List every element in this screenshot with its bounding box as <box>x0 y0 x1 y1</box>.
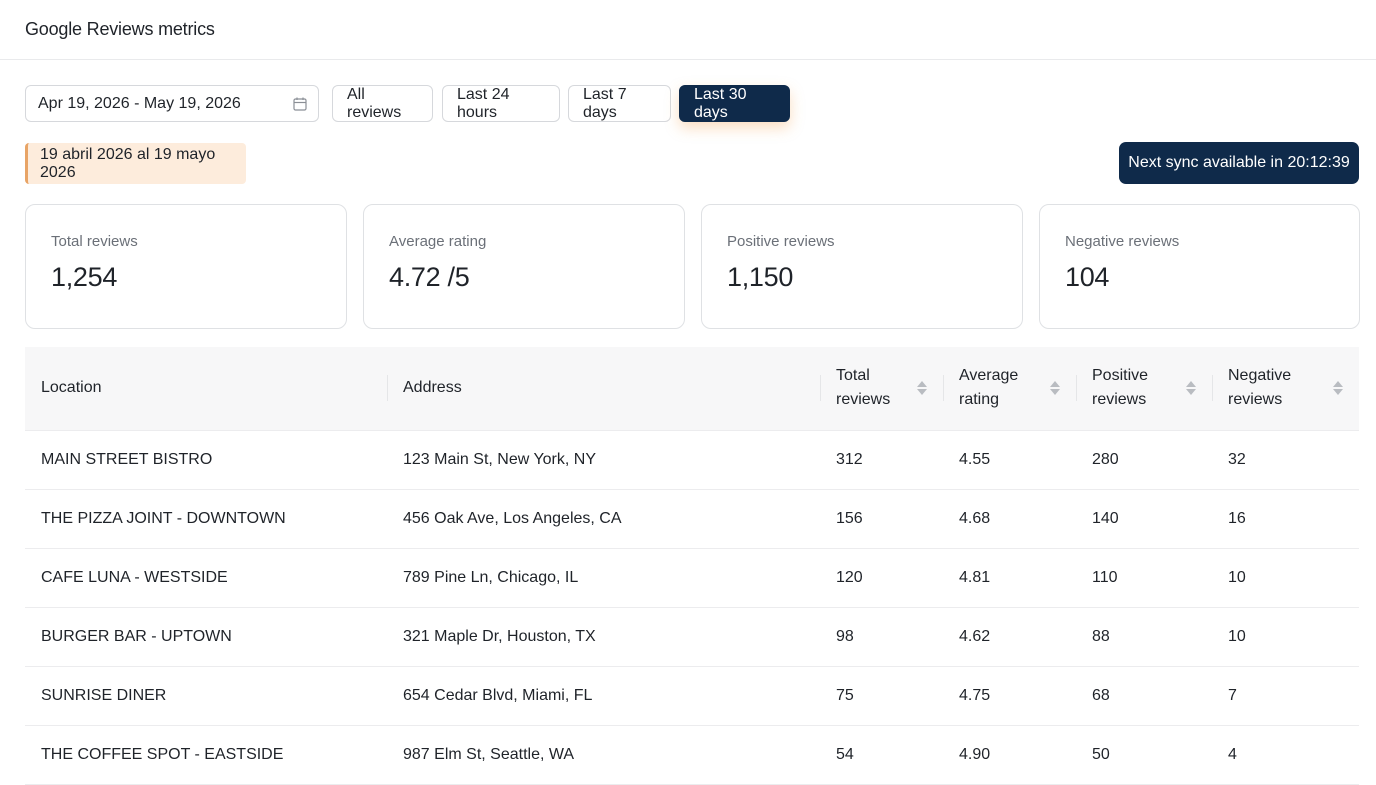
column-header-location: Location <box>25 347 387 430</box>
column-label: Total reviews <box>836 367 891 409</box>
average-rating-cell: 4.81 <box>959 568 991 586</box>
filter-last-24-hours-button[interactable]: Last 24 hours <box>442 85 560 122</box>
average-rating-cell: 4.62 <box>959 627 991 645</box>
address-cell: 123 Main St, New York, NY <box>403 450 596 468</box>
positive-reviews-cell: 140 <box>1092 509 1119 527</box>
location-cell: THE COFFEE SPOT - EASTSIDE <box>41 745 284 763</box>
address-cell: 321 Maple Dr, Houston, TX <box>403 627 596 645</box>
card-label: Average rating <box>389 233 487 250</box>
total-reviews-cell: 54 <box>836 745 854 763</box>
filter-all-reviews-button[interactable]: All reviews <box>332 85 433 122</box>
negative-reviews-card: Negative reviews 104 <box>1039 204 1360 329</box>
sort-icon[interactable] <box>1186 381 1196 396</box>
negative-reviews-cell: 16 <box>1228 509 1246 527</box>
address-cell: 654 Cedar Blvd, Miami, FL <box>403 686 593 704</box>
average-rating-cell: 4.90 <box>959 745 991 763</box>
average-rating-cell: 4.75 <box>959 686 991 704</box>
next-sync-button[interactable]: Next sync available in 20:12:39 <box>1119 142 1359 184</box>
card-label: Total reviews <box>51 233 138 250</box>
column-label: Address <box>403 379 462 397</box>
sort-icon[interactable] <box>917 381 927 396</box>
calendar-icon <box>293 97 307 111</box>
positive-reviews-card: Positive reviews 1,150 <box>701 204 1023 329</box>
average-rating-cell: 4.68 <box>959 509 991 527</box>
total-reviews-card: Total reviews 1,254 <box>25 204 347 329</box>
average-rating-card: Average rating 4.72 /5 <box>363 204 685 329</box>
page-title: Google Reviews metrics <box>25 19 215 39</box>
location-cell: MAIN STREET BISTRO <box>41 450 213 468</box>
page-header: Google Reviews metrics <box>0 0 1376 60</box>
column-divider <box>1212 375 1213 401</box>
locations-table: Location Address Total reviews Average r… <box>25 347 1359 785</box>
card-label: Negative reviews <box>1065 233 1180 250</box>
filter-last-7-days-button[interactable]: Last 7 days <box>568 85 671 122</box>
metric-cards: Total reviews 1,254 Average rating 4.72 … <box>25 204 1360 329</box>
column-divider <box>387 375 388 401</box>
table-row[interactable]: MAIN STREET BISTRO 123 Main St, New York… <box>25 430 1359 489</box>
total-reviews-cell: 120 <box>836 568 863 586</box>
total-reviews-cell: 98 <box>836 627 854 645</box>
location-cell: SUNRISE DINER <box>41 686 167 704</box>
column-header-positive-reviews[interactable]: Positive reviews <box>1076 347 1212 430</box>
negative-reviews-cell: 10 <box>1228 627 1246 645</box>
address-cell: 789 Pine Ln, Chicago, IL <box>403 568 579 586</box>
table-row[interactable]: THE PIZZA JOINT - DOWNTOWN 456 Oak Ave, … <box>25 489 1359 548</box>
sort-icon[interactable] <box>1050 381 1060 396</box>
card-label: Positive reviews <box>727 233 835 250</box>
location-cell: THE PIZZA JOINT - DOWNTOWN <box>41 509 286 527</box>
table-row[interactable]: BURGER BAR - UPTOWN 321 Maple Dr, Housto… <box>25 607 1359 666</box>
negative-reviews-cell: 10 <box>1228 568 1246 586</box>
location-cell: BURGER BAR - UPTOWN <box>41 627 232 645</box>
card-value: 1,150 <box>727 262 794 292</box>
positive-reviews-cell: 110 <box>1092 568 1118 586</box>
column-label: Location <box>41 379 102 397</box>
total-reviews-cell: 156 <box>836 509 863 527</box>
column-label: Negative reviews <box>1228 367 1292 409</box>
total-reviews-cell: 312 <box>836 450 863 468</box>
table-row[interactable]: THE COFFEE SPOT - EASTSIDE 987 Elm St, S… <box>25 725 1359 784</box>
positive-reviews-cell: 68 <box>1092 686 1110 704</box>
address-cell: 987 Elm St, Seattle, WA <box>403 745 575 763</box>
date-range-picker[interactable]: Apr 19, 2026 - May 19, 2026 <box>25 85 319 122</box>
column-divider <box>1076 375 1077 401</box>
column-label: Positive reviews <box>1092 367 1149 409</box>
filter-last-30-days-button[interactable]: Last 30 days <box>679 85 790 122</box>
column-header-negative-reviews[interactable]: Negative reviews <box>1212 347 1359 430</box>
average-rating-cell: 4.55 <box>959 450 991 468</box>
negative-reviews-cell: 4 <box>1228 745 1237 763</box>
negative-reviews-cell: 7 <box>1228 686 1237 704</box>
card-value: 104 <box>1065 262 1110 292</box>
column-divider <box>820 375 821 401</box>
card-value: 1,254 <box>51 262 118 292</box>
total-reviews-cell: 75 <box>836 686 854 704</box>
table-header-row: Location Address Total reviews Average r… <box>25 347 1359 430</box>
column-header-address: Address <box>387 347 820 430</box>
date-range-value: Apr 19, 2026 - May 19, 2026 <box>38 94 241 112</box>
negative-reviews-cell: 32 <box>1228 450 1246 468</box>
column-header-average-rating[interactable]: Average rating <box>943 347 1076 430</box>
date-range-note: 19 abril 2026 al 19 mayo 2026 <box>25 143 246 184</box>
table-row[interactable]: CAFE LUNA - WESTSIDE 789 Pine Ln, Chicag… <box>25 548 1359 607</box>
positive-reviews-cell: 88 <box>1092 627 1110 645</box>
address-cell: 456 Oak Ave, Los Angeles, CA <box>403 509 622 527</box>
positive-reviews-cell: 50 <box>1092 745 1110 763</box>
column-header-total-reviews[interactable]: Total reviews <box>820 347 943 430</box>
column-label: Average rating <box>959 367 1019 409</box>
sort-icon[interactable] <box>1333 381 1343 396</box>
positive-reviews-cell: 280 <box>1092 450 1119 468</box>
column-divider <box>943 375 944 401</box>
location-cell: CAFE LUNA - WESTSIDE <box>41 568 228 586</box>
card-value: 4.72 /5 <box>389 262 470 292</box>
filter-controls: Apr 19, 2026 - May 19, 2026 All reviews … <box>25 85 790 122</box>
table-row[interactable]: SUNRISE DINER 654 Cedar Blvd, Miami, FL … <box>25 666 1359 725</box>
